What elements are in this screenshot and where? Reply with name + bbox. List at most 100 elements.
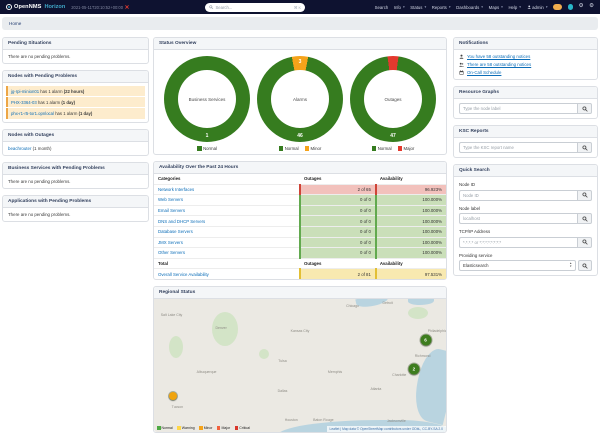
map-city-label: Baton Rouge (313, 418, 333, 422)
node-link[interactable]: beachrouter (8, 146, 31, 151)
outages-cell: 0 of 0 (300, 237, 376, 248)
legend-swatch (197, 146, 202, 151)
table-row: Other Servers 0 of 0 100.000% (154, 248, 446, 259)
category-link[interactable]: Web Servers (158, 197, 183, 202)
opennms-logo-icon (6, 4, 12, 10)
category-link[interactable]: Email Servers (158, 208, 185, 213)
nav-item-reports[interactable]: Reports (432, 5, 451, 10)
opennms-logo[interactable]: OpenNMS Horizon (6, 4, 65, 10)
map-city-label: Tucson (172, 405, 183, 409)
table-row: Email Servers 0 of 0 100.000% (154, 205, 446, 216)
outstanding-notices-user-link[interactable]: You have 58 outstanding notices (459, 54, 592, 59)
server-timestamp: 2021-05-11T20:10:52+00:00 (71, 5, 123, 10)
quick-search-panel: Quick Search Node ID Node label TCP/IP A… (453, 164, 598, 276)
breadcrumb-home-link[interactable]: Home (9, 21, 21, 26)
node-link[interactable]: PHX-3364-03 (11, 100, 37, 105)
users-icon (459, 62, 464, 67)
nav-item-maps[interactable]: Maps (489, 5, 503, 10)
admin-cogs-icon[interactable]: ⚙ (589, 4, 594, 10)
terrain-patch (408, 307, 428, 319)
brand-name: OpenNMS (14, 4, 41, 10)
ip-address-input[interactable] (459, 237, 577, 248)
category-link[interactable]: Database Servers (158, 229, 193, 234)
providing-service-search-button[interactable] (578, 260, 592, 271)
donut-legend: Normal (161, 146, 253, 151)
notice-status-badge[interactable] (568, 4, 574, 10)
providing-service-select[interactable]: Elasticsearch ▲▼ (459, 260, 576, 271)
alarm-list-item[interactable]: jg-rpi-minion01 has 1 alarm (22 hours) (6, 86, 145, 96)
availability-cell: 100.000% (376, 205, 446, 216)
user-menu[interactable]: admin (527, 5, 548, 10)
column-header: Outages (300, 258, 376, 269)
donut-minor-value: 3 (257, 59, 343, 65)
node-link[interactable]: phx-r1-r5-tor1.opnlocal (11, 111, 54, 116)
table-total-row: Overall Service Availability 2 of 81 97.… (154, 269, 446, 279)
category-link[interactable]: Network Interfaces (158, 187, 194, 192)
nav-item-dashboards[interactable]: Dashboards (456, 5, 483, 10)
resource-graphs-search-button[interactable] (577, 103, 592, 114)
nav-item-search[interactable]: Search (375, 5, 389, 10)
map-city-label: Memphis (328, 370, 342, 374)
donut-charts: Business Services 1 Normal Alarms 3 46 N… (154, 50, 446, 154)
table-total-header-row: Total Outages Availability (154, 258, 446, 269)
select-arrows-icon: ▲▼ (569, 263, 572, 268)
business-services-donut[interactable]: Business Services 1 Normal (161, 56, 253, 151)
legend-label: Normal (203, 146, 217, 151)
legend-label: Normal (378, 146, 392, 151)
alarm-duration: (1 day) (61, 100, 75, 105)
alarms-donut[interactable]: Alarms 3 46 Normal Minor (254, 56, 346, 151)
column-header: Availability (376, 174, 446, 184)
global-search-box[interactable]: Search... ⌘ K (205, 3, 305, 12)
panel-title: Nodes with Outages (3, 130, 148, 142)
nav-item-help[interactable]: Help (508, 5, 521, 10)
map-city-label: Houston (285, 418, 298, 422)
settings-gear-icon[interactable]: ⚙ (579, 4, 584, 10)
availability-cell: 97.531% (376, 269, 446, 279)
alarm-list-item[interactable]: phx-r1-r5-tor1.opnlocal has 1 alarm (1 d… (6, 108, 145, 118)
outage-duration: (1 month) (33, 146, 52, 151)
node-label-input[interactable] (459, 213, 577, 224)
donut-chart: Outages 47 (350, 56, 436, 142)
outages-donut[interactable]: Outages 47 Normal Major (347, 56, 439, 151)
ksc-report-search-button[interactable] (577, 142, 592, 153)
field-label: TCP/IP Address (459, 229, 592, 234)
donut-value: 46 (257, 133, 343, 139)
map-status-marker[interactable]: 2 (408, 364, 419, 375)
map-status-marker[interactable]: 6 (420, 335, 431, 346)
category-link[interactable]: Overall Service Availability (158, 272, 209, 277)
map-city-label: Dallas (278, 389, 288, 393)
category-link[interactable]: JMX Servers (158, 240, 183, 245)
regional-status-map[interactable]: Salt Lake CityDenverChicagoDetroitKansas… (154, 299, 446, 432)
donut-value: 47 (350, 133, 436, 139)
resource-graphs-node-input[interactable] (459, 103, 577, 114)
pending-situations-panel: Pending Situations There are no pending … (2, 37, 149, 64)
map-status-marker[interactable] (169, 392, 177, 400)
nav-item-status[interactable]: Status (410, 5, 426, 10)
alarm-text: has 1 alarm (40, 89, 62, 94)
node-label-search-button[interactable] (577, 213, 592, 224)
availability-cell: 100.000% (376, 216, 446, 227)
column-header: Total (154, 258, 300, 269)
alarm-list-item[interactable]: PHX-3364-03 has 1 alarm (1 day) (6, 97, 145, 107)
node-id-search-button[interactable] (577, 190, 592, 201)
search-icon (582, 263, 588, 269)
ksc-report-input[interactable] (459, 142, 577, 153)
on-call-schedule-link[interactable]: On-Call Schedule (459, 70, 592, 75)
notifications-panel: Notifications You have 58 outstanding no… (453, 37, 598, 80)
on-call-status-badge[interactable] (553, 4, 562, 10)
alarm-duration: (1 day) (79, 111, 93, 116)
availability-panel: Availability Over the Past 24 Hours Cate… (153, 161, 447, 280)
ip-address-search-button[interactable] (577, 237, 592, 248)
node-link[interactable]: jg-rpi-minion01 (11, 89, 39, 94)
node-id-input[interactable] (459, 190, 577, 201)
link-label: You have 58 outstanding notices (467, 54, 530, 59)
category-link[interactable]: Other Servers (158, 250, 185, 255)
map-city-label: Denver (216, 326, 227, 330)
regional-status-panel: Regional Status Salt Lake CityDenverChic… (153, 286, 447, 433)
outages-cell: 0 of 0 (300, 226, 376, 237)
category-link[interactable]: DNS and DHCP Servers (158, 219, 205, 224)
panel-title: Availability Over the Past 24 Hours (154, 162, 446, 174)
empty-message: There are no pending problems. (3, 208, 148, 221)
nav-item-info[interactable]: Info (394, 5, 405, 10)
outstanding-notices-all-link[interactable]: There are 58 outstanding notices (459, 62, 592, 67)
